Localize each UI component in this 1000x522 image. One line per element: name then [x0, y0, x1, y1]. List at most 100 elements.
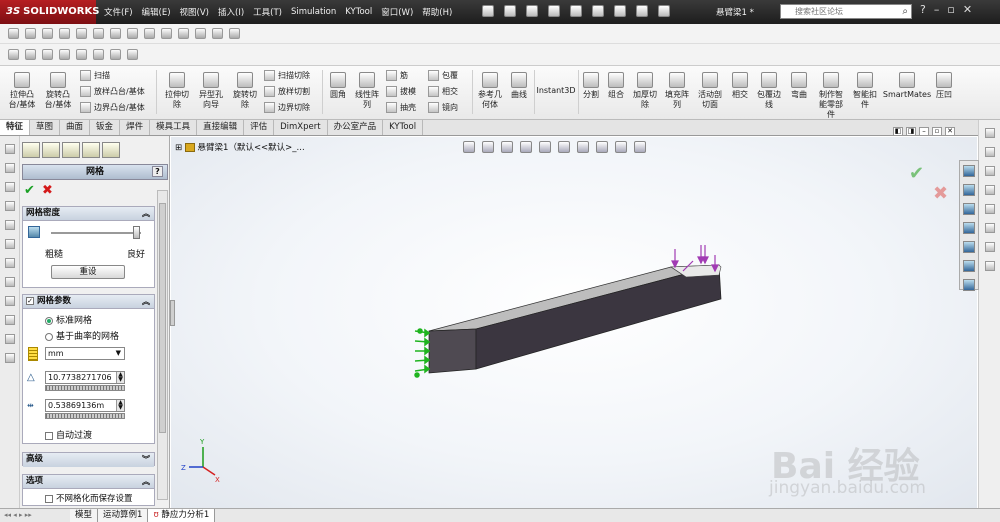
help-icon[interactable]: ?	[152, 166, 163, 177]
graphics-viewport[interactable]: ⊞ 悬臂梁1（默认<<默认>_... ✔ ✖ Y Z X Bai 经验 jing…	[171, 137, 977, 508]
fillet-button[interactable]: 圆角	[326, 72, 350, 100]
view-palette-icon[interactable]	[963, 241, 975, 253]
select-icon[interactable]	[592, 5, 604, 17]
extrude-cut-button[interactable]: 拉伸切除	[160, 72, 194, 110]
toolbar-icon[interactable]	[59, 49, 70, 60]
file-properties-icon[interactable]	[636, 5, 648, 17]
view-prev-icon[interactable]: ◧	[893, 127, 903, 136]
toolbar-icon[interactable]	[144, 28, 155, 39]
radio-selected[interactable]	[45, 316, 53, 325]
new-document-icon[interactable]	[482, 5, 494, 17]
restore-icon[interactable]: ▫	[947, 3, 954, 16]
resources-icon[interactable]	[963, 165, 975, 177]
density-slider-thumb[interactable]	[132, 226, 140, 239]
spin-arrows-icon[interactable]: ▲ ▼	[116, 400, 124, 411]
zoom-icon[interactable]	[8, 49, 19, 60]
linear-pattern-button[interactable]: 线性阵列	[352, 72, 382, 110]
tab-static-study[interactable]: ʊ 静应力分析1	[148, 509, 216, 522]
open-icon[interactable]	[504, 5, 516, 17]
sweep-cut-button[interactable]: 扫描切除	[264, 70, 310, 81]
intersect-small-button[interactable]: 相交	[428, 86, 458, 97]
ok-check-icon[interactable]: ✔	[24, 183, 35, 198]
live-section-button[interactable]: 活动剖 切面	[694, 72, 726, 110]
tolerance-field[interactable]: 0.53869136m ▲ ▼	[45, 399, 125, 412]
radio-unselected[interactable]	[45, 332, 53, 341]
tab-navigation-arrows[interactable]: ◂◂ ◂ ▸ ▸▸	[0, 509, 70, 522]
menu-insert[interactable]: 插入(I)	[218, 6, 244, 18]
strip-icon[interactable]	[5, 258, 15, 268]
tab-weldments[interactable]: 焊件	[120, 120, 151, 135]
boundary-cut-button[interactable]: 边界切除	[264, 102, 310, 113]
menu-kytool[interactable]: KYTool	[345, 7, 372, 17]
options-header[interactable]: 选项 ︽	[23, 475, 154, 489]
tab-sketch[interactable]: 草图	[30, 120, 61, 135]
auto-transition-option[interactable]: 自动过渡	[45, 428, 92, 441]
menu-view[interactable]: 视图(V)	[180, 6, 209, 18]
cancel-x-icon[interactable]: ✖	[42, 183, 53, 198]
collapse-chevron-icon[interactable]: ︽	[142, 295, 150, 308]
flex-button[interactable]: 弯曲	[786, 72, 812, 100]
toolbar-icon[interactable]	[59, 28, 70, 39]
density-slider-track[interactable]	[51, 232, 141, 234]
help-dropdown-icon[interactable]: ?	[920, 3, 926, 16]
tab-surfaces[interactable]: 曲面	[60, 120, 91, 135]
tab-model[interactable]: 模型	[70, 509, 99, 522]
collapse-chevron-icon[interactable]: ︽	[142, 207, 150, 220]
extrude-boss-button[interactable]: 拉伸凸 台/基体	[4, 72, 40, 110]
strip-icon[interactable]	[5, 220, 15, 230]
split-button[interactable]: 分割	[580, 72, 602, 100]
toolbar-icon[interactable]	[195, 28, 206, 39]
save-icon[interactable]	[526, 5, 538, 17]
file-explorer-icon[interactable]	[963, 203, 975, 215]
indent-button[interactable]: 压凹	[932, 72, 956, 100]
toolbar-icon[interactable]	[212, 28, 223, 39]
scrollbar-thumb[interactable]	[159, 203, 166, 433]
tab-sheet-metal[interactable]: 钣金	[90, 120, 121, 135]
tab-office-products[interactable]: 办公室产品	[328, 120, 384, 135]
tab-mold-tools[interactable]: 模具工具	[150, 120, 198, 135]
minimize-icon[interactable]: –	[934, 3, 940, 16]
strip-icon[interactable]	[985, 147, 995, 157]
instant3d-button[interactable]: Instant3D	[536, 86, 576, 96]
global-size-thumbwheel[interactable]	[45, 385, 125, 391]
revolve-cut-button[interactable]: 旋转切除	[228, 72, 262, 110]
menu-help[interactable]: 帮助(H)	[422, 6, 452, 18]
strip-icon[interactable]	[5, 201, 15, 211]
no-mesh-save-checkbox[interactable]	[45, 494, 53, 503]
strip-icon[interactable]	[985, 128, 995, 138]
no-mesh-save-option[interactable]: 不网格化而保存设置	[45, 492, 133, 504]
toolbar-icon[interactable]	[42, 49, 53, 60]
wrap-button[interactable]: 包覆	[428, 70, 458, 81]
global-size-field[interactable]: 10.7738271706 ▲ ▼	[45, 371, 125, 384]
strip-icon[interactable]	[5, 239, 15, 249]
mesh-density-header[interactable]: 网格密度 ︽	[23, 207, 154, 221]
menu-tools[interactable]: 工具(T)	[253, 6, 282, 18]
smartmates-button[interactable]: SmartMates	[882, 72, 932, 100]
strip-icon[interactable]	[5, 163, 15, 173]
options-icon[interactable]	[658, 5, 670, 17]
tab-features[interactable]: 特征	[0, 120, 31, 135]
loft-cut-button[interactable]: 放样切割	[264, 86, 310, 97]
tolerance-thumbwheel[interactable]	[45, 413, 125, 419]
solidworks-logo[interactable]: 3S SOLIDWORKS	[0, 0, 99, 24]
strip-icon[interactable]	[985, 166, 995, 176]
strip-icon[interactable]	[985, 223, 995, 233]
mesh-params-checkbox[interactable]: ✓	[26, 296, 34, 305]
toolbar-icon[interactable]	[110, 28, 121, 39]
sweep-button[interactable]: 扫描	[80, 70, 110, 81]
toolbar-icon[interactable]	[127, 28, 138, 39]
search-box[interactable]: ⌕	[780, 4, 912, 19]
tab-evaluate[interactable]: 评估	[244, 120, 275, 135]
expand-chevron-icon[interactable]: ︾	[142, 453, 150, 466]
menu-file[interactable]: 文件(F)	[104, 6, 133, 18]
strip-icon[interactable]	[985, 242, 995, 252]
appearances-icon[interactable]	[963, 260, 975, 272]
close-icon[interactable]: ✕	[963, 3, 972, 16]
strip-icon[interactable]	[985, 261, 995, 271]
vp-restore-icon[interactable]: ▫	[932, 127, 942, 136]
strip-icon[interactable]	[985, 204, 995, 214]
strip-icon[interactable]	[5, 334, 15, 344]
tab-direct-editing[interactable]: 直接编辑	[197, 120, 245, 135]
panel-splitter-handle[interactable]	[170, 300, 175, 326]
toolbar-icon[interactable]	[161, 28, 172, 39]
